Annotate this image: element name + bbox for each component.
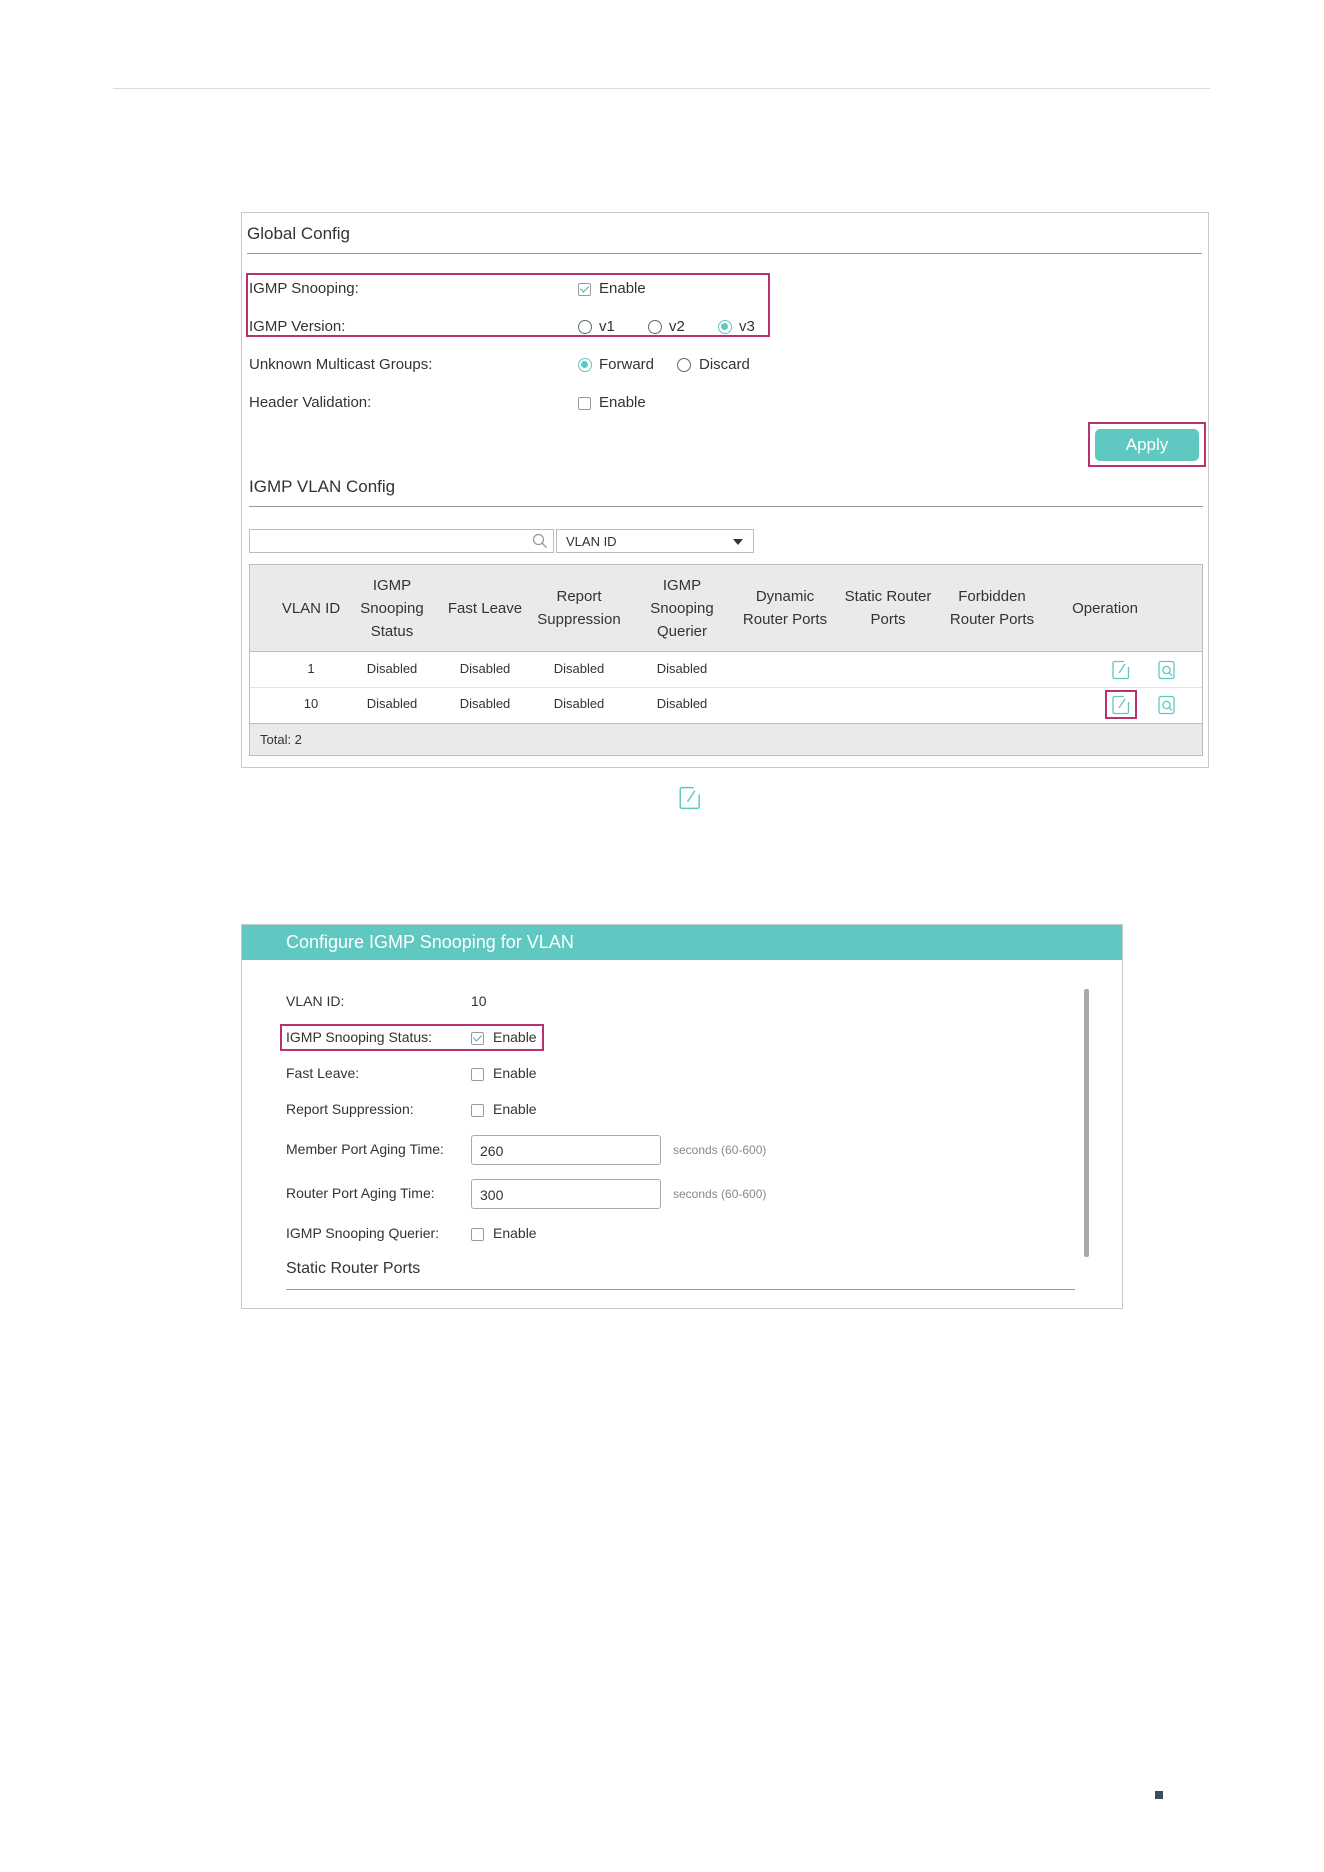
vlan-id-value: 10	[471, 993, 487, 1009]
querier-label: IGMP Snooping Querier:	[286, 1225, 440, 1241]
configure-vlan-dialog: Configure IGMP Snooping for VLAN VLAN ID…	[241, 924, 1123, 1309]
dialog-header: Configure IGMP Snooping for VLAN	[242, 925, 1122, 960]
chevron-down-icon	[733, 539, 743, 545]
table-row: 10 Disabled Disabled Disabled Disabled	[250, 688, 1202, 723]
igmp-vlan-config-title: IGMP VLAN Config	[249, 477, 396, 496]
header-validation-checkbox[interactable]	[578, 397, 591, 410]
cell-querier: Disabled	[656, 696, 708, 711]
page-header-rule	[113, 88, 1210, 89]
cell-querier: Disabled	[656, 661, 708, 676]
edit-icon[interactable]	[1112, 695, 1130, 715]
unknown-multicast-radio-discard[interactable]	[677, 358, 691, 372]
cell-report-suppression: Disabled	[553, 696, 605, 711]
cell-fast-leave: Disabled	[459, 696, 511, 711]
static-router-ports-divider	[286, 1289, 1075, 1290]
edit-icon	[679, 786, 700, 810]
column-header: VLAN ID	[281, 599, 341, 617]
global-config-title: Global Config	[247, 224, 351, 243]
search-input[interactable]	[249, 529, 554, 553]
querier-option-label: Enable	[493, 1225, 537, 1241]
querier-checkbox[interactable]	[471, 1228, 484, 1241]
report-suppression-option-label: Enable	[493, 1101, 537, 1117]
cell-report-suppression: Disabled	[553, 661, 605, 676]
vlan-table: VLAN ID IGMP Snooping Status Fast Leave …	[249, 564, 1203, 756]
igmp-version-label: IGMP Version:	[249, 318, 346, 335]
unknown-multicast-radio-forward[interactable]	[578, 358, 592, 372]
search-icon	[532, 533, 547, 548]
igmp-version-radio-v3[interactable]	[718, 320, 732, 334]
search-field-selected: VLAN ID	[566, 534, 617, 549]
igmp-version-v3-label: v3	[739, 318, 755, 335]
table-row: 1 Disabled Disabled Disabled Disabled	[250, 652, 1202, 687]
igmp-snooping-checkbox[interactable]	[578, 283, 591, 296]
cell-fast-leave: Disabled	[459, 661, 511, 676]
cell-snooping-status: Disabled	[366, 696, 418, 711]
static-router-ports-title: Static Router Ports	[286, 1260, 421, 1277]
router-aging-value: 300	[480, 1187, 504, 1203]
unknown-multicast-label: Unknown Multicast Groups:	[249, 356, 433, 373]
column-header: Static Router Ports	[844, 588, 932, 628]
table-header: VLAN ID IGMP Snooping Status Fast Leave …	[250, 565, 1202, 652]
snooping-status-checkbox[interactable]	[471, 1032, 484, 1045]
column-header: Report Suppression	[537, 588, 621, 628]
column-header: Dynamic Router Ports	[742, 588, 828, 628]
cell-vlan-id: 10	[303, 696, 319, 711]
router-aging-label: Router Port Aging Time:	[286, 1185, 435, 1201]
header-validation-option-label: Enable	[599, 394, 646, 411]
apply-button[interactable]: Apply	[1095, 429, 1199, 461]
report-suppression-label: Report Suppression:	[286, 1101, 414, 1117]
dialog-scrollbar[interactable]	[1084, 989, 1089, 1257]
edit-icon[interactable]	[1112, 660, 1130, 680]
table-total: Total: 2	[260, 732, 302, 747]
header-validation-label: Header Validation:	[249, 394, 372, 411]
detail-view-icon[interactable]	[1158, 695, 1176, 715]
fast-leave-option-label: Enable	[493, 1065, 537, 1081]
table-footer: Total: 2	[250, 723, 1202, 755]
member-aging-input[interactable]: 260	[471, 1135, 661, 1165]
page-footer-mark	[1155, 1791, 1163, 1799]
unknown-multicast-discard-label: Discard	[699, 356, 750, 373]
vlan-id-label: VLAN ID:	[286, 993, 345, 1009]
dialog-title: Configure IGMP Snooping for VLAN	[286, 932, 574, 952]
snooping-status-label: IGMP Snooping Status:	[286, 1029, 433, 1045]
igmp-version-radio-v2[interactable]	[648, 320, 662, 334]
snooping-status-option-label: Enable	[493, 1029, 537, 1045]
cell-snooping-status: Disabled	[366, 661, 418, 676]
column-header: Operation	[1072, 599, 1138, 617]
igmp-snooping-option-label: Enable	[599, 280, 646, 297]
cell-vlan-id: 1	[307, 661, 315, 676]
igmp-snooping-label: IGMP Snooping:	[249, 280, 359, 297]
unknown-multicast-forward-label: Forward	[599, 356, 655, 373]
igmp-version-v2-label: v2	[669, 318, 685, 335]
member-aging-value: 260	[480, 1143, 504, 1159]
member-aging-hint: seconds (60-600)	[673, 1143, 767, 1157]
member-aging-label: Member Port Aging Time:	[286, 1141, 444, 1157]
fast-leave-label: Fast Leave:	[286, 1065, 360, 1081]
report-suppression-checkbox[interactable]	[471, 1104, 484, 1117]
igmp-version-radio-v1[interactable]	[578, 320, 592, 334]
column-header: IGMP Snooping Querier	[650, 576, 714, 640]
vlan-config-divider	[249, 506, 1203, 507]
router-aging-hint: seconds (60-600)	[673, 1187, 767, 1201]
search-field-select[interactable]: VLAN ID	[556, 529, 754, 553]
column-header: Fast Leave	[447, 599, 523, 617]
router-aging-input[interactable]: 300	[471, 1179, 661, 1209]
fast-leave-checkbox[interactable]	[471, 1068, 484, 1081]
column-header: Forbidden Router Ports	[949, 588, 1035, 628]
column-header: IGMP Snooping Status	[360, 576, 424, 640]
detail-view-icon[interactable]	[1158, 660, 1176, 680]
global-config-divider	[247, 253, 1202, 254]
global-config-panel: Global Config IGMP Snooping: Enable IGMP…	[241, 212, 1209, 768]
igmp-version-v1-label: v1	[599, 318, 615, 335]
